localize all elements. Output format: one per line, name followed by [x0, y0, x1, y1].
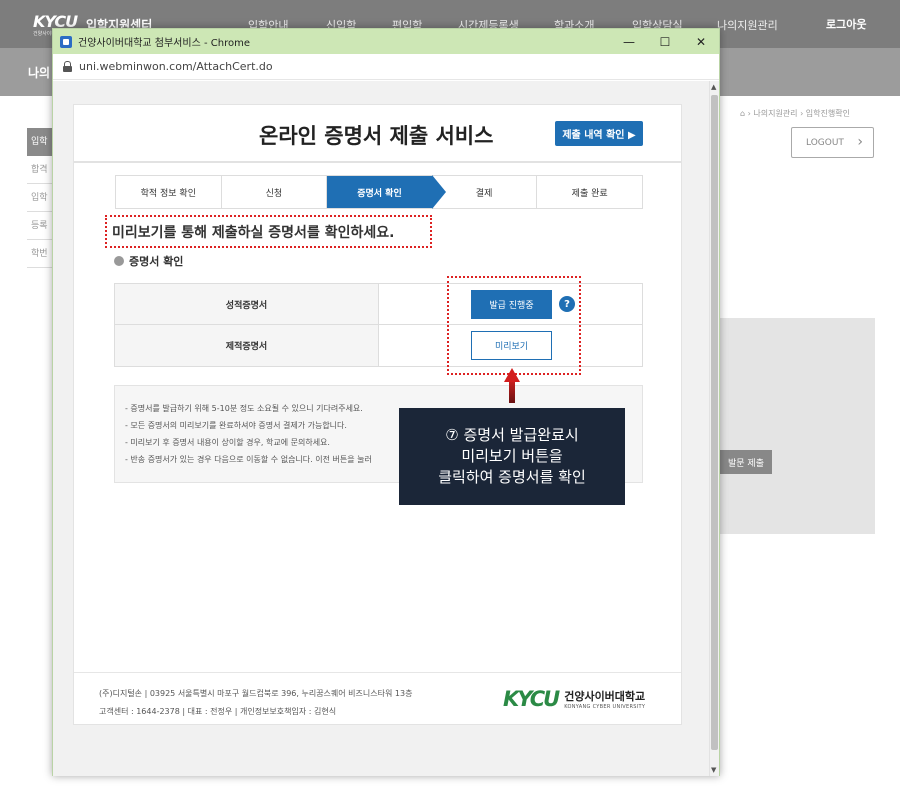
- popup-window: 건양사이버대학교 첨부서비스 - Chrome — ☐ ✕ uni.webmin…: [52, 28, 720, 776]
- window-title: 건양사이버대학교 첨부서비스 - Chrome: [78, 38, 250, 49]
- section-title: 증명서 확인: [114, 253, 183, 269]
- preview-button[interactable]: 미리보기: [471, 331, 552, 360]
- callout-line: ⑦ 증명서 발급완료시: [445, 426, 579, 444]
- footer-address: (주)디지털손 | 03925 서울특별시 마포구 월드컵북로 396, 누리꿈…: [99, 689, 413, 698]
- progress-steps: 학적 정보 확인 신청 증명서 확인 결제 제출 완료: [115, 175, 643, 209]
- nav-item-my-application[interactable]: 나의지원관리: [717, 17, 778, 33]
- footer-logo-mark: KYCU: [503, 687, 560, 711]
- step-complete: 제출 완료: [571, 188, 608, 199]
- site-left-menu: 입학 합격 입학 등록 학번: [27, 128, 55, 268]
- instruction-callout: ⑦ 증명서 발급완료시 미리보기 버튼을 클릭하여 증명서를 확인: [399, 408, 625, 505]
- lock-icon[interactable]: [63, 61, 72, 72]
- site-side-panel: [720, 318, 875, 534]
- help-icon[interactable]: ?: [559, 296, 575, 312]
- notice-highlight: 미리보기를 통해 제출하실 증명서를 확인하세요.: [105, 215, 432, 248]
- site-subbar-title: 나의: [28, 66, 51, 80]
- chevron-right-icon: ›: [857, 134, 863, 150]
- vertical-scrollbar[interactable]: ▲ ▼: [709, 81, 719, 776]
- site-panel-button[interactable]: 발문 제출: [720, 450, 772, 474]
- callout-line: 클릭하여 증명서를 확인: [438, 468, 586, 486]
- footer-logo-names: 건양사이버대학교 KONYANG CYBER UNIVERSITY: [564, 688, 645, 710]
- footer-logo-korean: 건양사이버대학교: [564, 690, 646, 703]
- page-header: 온라인 증명서 제출 서비스 제출 내역 확인 ▶: [74, 105, 681, 163]
- scroll-up-icon[interactable]: ▲: [711, 83, 716, 91]
- window-titlebar[interactable]: 건양사이버대학교 첨부서비스 - Chrome — ☐ ✕: [53, 29, 719, 54]
- logout-button-label: LOGOUT: [806, 137, 844, 148]
- bullet-icon: [114, 256, 124, 266]
- scroll-down-icon[interactable]: ▼: [711, 766, 716, 774]
- breadcrumb: ⌂ › 나의지원관리 › 입학진행확인: [740, 109, 850, 118]
- section-title-text: 증명서 확인: [129, 255, 184, 268]
- certificate-table: 성적증명서 발급 진행중 ? 제적증명서 미리보기: [114, 283, 643, 367]
- step-academic-info: 학적 정보 확인: [116, 176, 222, 208]
- table-row: 제적증명서 미리보기: [115, 325, 642, 366]
- minimize-button[interactable]: —: [611, 29, 647, 54]
- footer-contact: 고객센터 : 1644-2378 | 대표 : 전정우 | 개인정보보호책임자 …: [99, 707, 337, 716]
- table-row: 성적증명서 발급 진행중 ?: [115, 284, 642, 325]
- address-bar[interactable]: uni.webminwon.com/AttachCert.do: [53, 54, 719, 80]
- cert-action-cell: 발급 진행중 ?: [379, 284, 642, 324]
- arrow-up-icon: [504, 368, 520, 382]
- page-title: 온라인 증명서 제출 서비스: [259, 124, 494, 148]
- notice-text: 미리보기를 통해 제출하실 증명서를 확인하세요.: [112, 224, 395, 241]
- url-text[interactable]: uni.webminwon.com/AttachCert.do: [79, 60, 273, 73]
- page-footer: (주)디지털손 | 03925 서울특별시 마포구 월드컵북로 396, 누리꿈…: [74, 672, 681, 724]
- page-viewport: 온라인 증명서 제출 서비스 제출 내역 확인 ▶ 학적 정보 확인 신청 증명…: [53, 81, 709, 776]
- footer-logo: KYCU 건양사이버대학교 KONYANG CYBER UNIVERSITY: [503, 687, 645, 711]
- step-cert-check: 증명서 확인: [327, 175, 446, 209]
- callout-line: 미리보기 버튼을: [461, 447, 563, 465]
- footer-logo-english: KONYANG CYBER UNIVERSITY: [564, 704, 646, 710]
- left-menu-item[interactable]: 학번: [27, 240, 55, 268]
- logout-button[interactable]: LOGOUT ›: [791, 127, 874, 158]
- favicon-icon: [60, 35, 72, 48]
- site-logout-link[interactable]: 로그아웃: [826, 16, 866, 32]
- scroll-thumb[interactable]: [711, 95, 718, 750]
- arrow-shaft: [509, 381, 515, 403]
- issue-in-progress-button[interactable]: 발급 진행중: [471, 290, 552, 319]
- maximize-button[interactable]: ☐: [647, 29, 683, 54]
- step-payment: 결제: [432, 176, 538, 208]
- close-button[interactable]: ✕: [683, 29, 719, 54]
- left-menu-item[interactable]: 합격: [27, 156, 55, 184]
- left-menu-item[interactable]: 입학: [27, 184, 55, 212]
- left-menu-item[interactable]: 등록: [27, 212, 55, 240]
- cert-name-expulsion: 제적증명서: [115, 325, 379, 366]
- left-menu-item-active[interactable]: 입학: [27, 128, 55, 156]
- submission-history-button[interactable]: 제출 내역 확인 ▶: [555, 121, 643, 146]
- cert-name-transcript: 성적증명서: [115, 284, 379, 324]
- step-application: 신청: [222, 176, 328, 208]
- cert-service-page: 온라인 증명서 제출 서비스 제출 내역 확인 ▶ 학적 정보 확인 신청 증명…: [73, 104, 682, 725]
- cert-action-cell: 미리보기: [379, 325, 642, 366]
